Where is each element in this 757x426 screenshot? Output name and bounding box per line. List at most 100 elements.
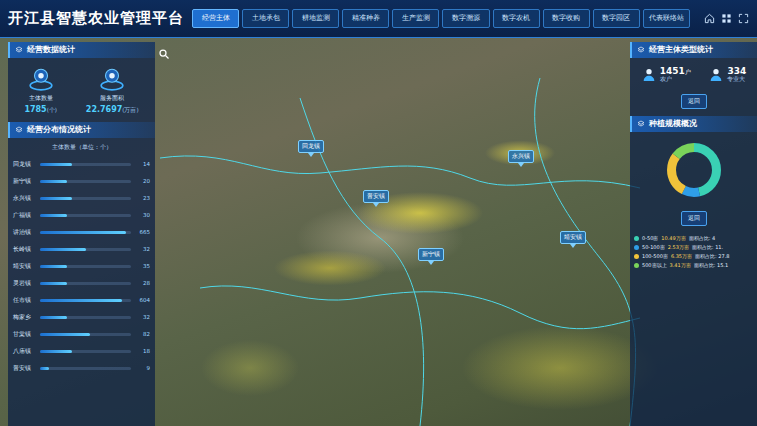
map-pin[interactable]: 回龙镇 bbox=[298, 140, 324, 157]
layers-icon bbox=[637, 120, 645, 128]
bar-fill bbox=[40, 180, 67, 183]
nav-tab[interactable]: 耕地监测 bbox=[292, 9, 339, 28]
section-header: 经营分布情况统计 bbox=[8, 122, 155, 138]
bar-fill bbox=[40, 367, 49, 370]
legend-share: 面积占比: 4 bbox=[689, 235, 715, 241]
bar-fill bbox=[40, 265, 67, 268]
legend-row: 100-500亩6.35万亩面积占比: 27.8 bbox=[634, 253, 753, 259]
back-button[interactable]: 返回 bbox=[681, 94, 707, 109]
pin-pointer bbox=[373, 203, 379, 207]
legend-area: 2.53万亩 bbox=[668, 244, 689, 250]
section-header: 经营主体类型统计 bbox=[630, 42, 757, 58]
nav-tab[interactable]: 数字农机 bbox=[493, 9, 540, 28]
type-unit: 户 bbox=[685, 69, 691, 75]
layers-icon bbox=[637, 46, 645, 54]
grid-icon bbox=[721, 13, 732, 24]
bar-track bbox=[40, 265, 131, 268]
town-count: 665 bbox=[134, 229, 150, 235]
home-icon bbox=[704, 13, 715, 24]
section-title: 经营主体类型统计 bbox=[649, 45, 713, 55]
stat-unit: (个) bbox=[47, 107, 57, 113]
left-panel: 经营数据统计主体数量1785(个)服务面积22.7697(万亩)经营分布情况统计… bbox=[8, 42, 155, 426]
bar-row: 广福镇30 bbox=[13, 208, 150, 222]
section-title: 经营分布情况统计 bbox=[27, 125, 91, 135]
town-name: 靖安镇 bbox=[13, 263, 37, 270]
legend-area: 10.49万亩 bbox=[661, 235, 685, 241]
bar-track bbox=[40, 197, 131, 200]
nav-tab[interactable]: 代表联络站 bbox=[643, 9, 690, 28]
nav-tab[interactable]: 经营主体 bbox=[192, 9, 239, 28]
map-pin[interactable]: 靖安镇 bbox=[560, 231, 586, 248]
bar-track bbox=[40, 231, 131, 234]
legend-dot bbox=[634, 254, 639, 259]
farmer-icon bbox=[641, 67, 657, 83]
pin-pointer bbox=[428, 261, 434, 265]
pin-label: 永兴镇 bbox=[508, 150, 534, 163]
layers-icon bbox=[15, 46, 23, 54]
back-button[interactable]: 返回 bbox=[681, 211, 707, 226]
type-label: 专业大 bbox=[727, 76, 746, 83]
nav-tab[interactable]: 数字溯源 bbox=[442, 9, 489, 28]
bar-track bbox=[40, 333, 131, 336]
town-name: 甘棠镇 bbox=[13, 331, 37, 338]
pin-label: 靖安镇 bbox=[560, 231, 586, 244]
bar-track bbox=[40, 214, 131, 217]
fullscreen-icon bbox=[738, 13, 749, 24]
legend-row: 0-50亩10.49万亩面积占比: 4 bbox=[634, 235, 753, 241]
layers-icon bbox=[15, 126, 23, 134]
town-name: 回龙镇 bbox=[13, 161, 37, 168]
area-icon bbox=[99, 66, 125, 92]
town-name: 任市镇 bbox=[13, 297, 37, 304]
legend: 0-50亩10.49万亩面积占比: 4 50-100亩2.53万亩面积占比: 11… bbox=[630, 233, 757, 270]
map-area[interactable]: 经营数据统计主体数量1785(个)服务面积22.7697(万亩)经营分布情况统计… bbox=[0, 38, 757, 426]
bar-track bbox=[40, 299, 131, 302]
pin-label: 回龙镇 bbox=[298, 140, 324, 153]
bar-fill bbox=[40, 214, 67, 217]
nav-tab[interactable]: 生产监测 bbox=[392, 9, 439, 28]
pin-pointer bbox=[570, 244, 576, 248]
map-pin[interactable]: 新宁镇 bbox=[418, 248, 444, 265]
donut-segment bbox=[671, 148, 716, 193]
map-pin[interactable]: 永兴镇 bbox=[508, 150, 534, 167]
town-count: 23 bbox=[134, 195, 150, 201]
town-count: 18 bbox=[134, 348, 150, 354]
nav-tab[interactable]: 精准种养 bbox=[342, 9, 389, 28]
donut-segment bbox=[671, 148, 716, 193]
bar-row: 讲治镇665 bbox=[13, 225, 150, 239]
bar-row: 靖安镇 35 bbox=[13, 259, 150, 273]
nav-tab[interactable]: 数字收购 bbox=[543, 9, 590, 28]
pin-label: 普安镇 bbox=[363, 190, 389, 203]
town-count: 35 bbox=[134, 263, 150, 269]
bar-row: 灵岩镇28 bbox=[13, 276, 150, 290]
town-name: 广福镇 bbox=[13, 212, 37, 219]
app-title: 开江县智慧农业管理平台 bbox=[8, 9, 184, 28]
map-pin[interactable]: 普安镇 bbox=[363, 190, 389, 207]
legend-range: 500亩以上 bbox=[642, 262, 667, 268]
legend-share: 面积占比: 11. bbox=[692, 244, 723, 250]
stat-card: 主体数量 1785(个) bbox=[24, 66, 57, 114]
stat-number: 1785 bbox=[24, 105, 46, 114]
bar-fill bbox=[40, 163, 72, 166]
nav-tab[interactable]: 土地承包 bbox=[242, 9, 289, 28]
town-name: 八庙镇 bbox=[13, 348, 37, 355]
bar-row: 八庙镇 18 bbox=[13, 344, 150, 358]
bar-list: 回龙镇14新宁镇20永兴镇23广福镇30讲治镇665长岭镇32靖安镇35灵岩镇2… bbox=[8, 157, 155, 375]
town-count: 9 bbox=[134, 365, 150, 371]
legend-area: 3.41万亩 bbox=[670, 262, 691, 268]
legend-share: 面积占比: 15.1 bbox=[694, 262, 728, 268]
bar-fill bbox=[40, 316, 67, 319]
nav-tab[interactable]: 数字园区 bbox=[593, 9, 640, 28]
pin-label: 新宁镇 bbox=[418, 248, 444, 261]
stat-label: 主体数量 bbox=[29, 94, 53, 103]
town-name: 长岭镇 bbox=[13, 246, 37, 253]
type-number: 1451 bbox=[660, 66, 685, 76]
type-text: 334专业大 bbox=[727, 66, 746, 83]
town-count: 14 bbox=[134, 161, 150, 167]
button-row: 返回 bbox=[630, 208, 757, 229]
people-icon bbox=[28, 66, 54, 92]
bar-fill bbox=[40, 282, 67, 285]
type-stats: 1451户农户334专业大 bbox=[630, 62, 757, 87]
legend-range: 50-100亩 bbox=[642, 244, 665, 250]
legend-range: 100-500亩 bbox=[642, 253, 668, 259]
bar-row: 新宁镇20 bbox=[13, 174, 150, 188]
